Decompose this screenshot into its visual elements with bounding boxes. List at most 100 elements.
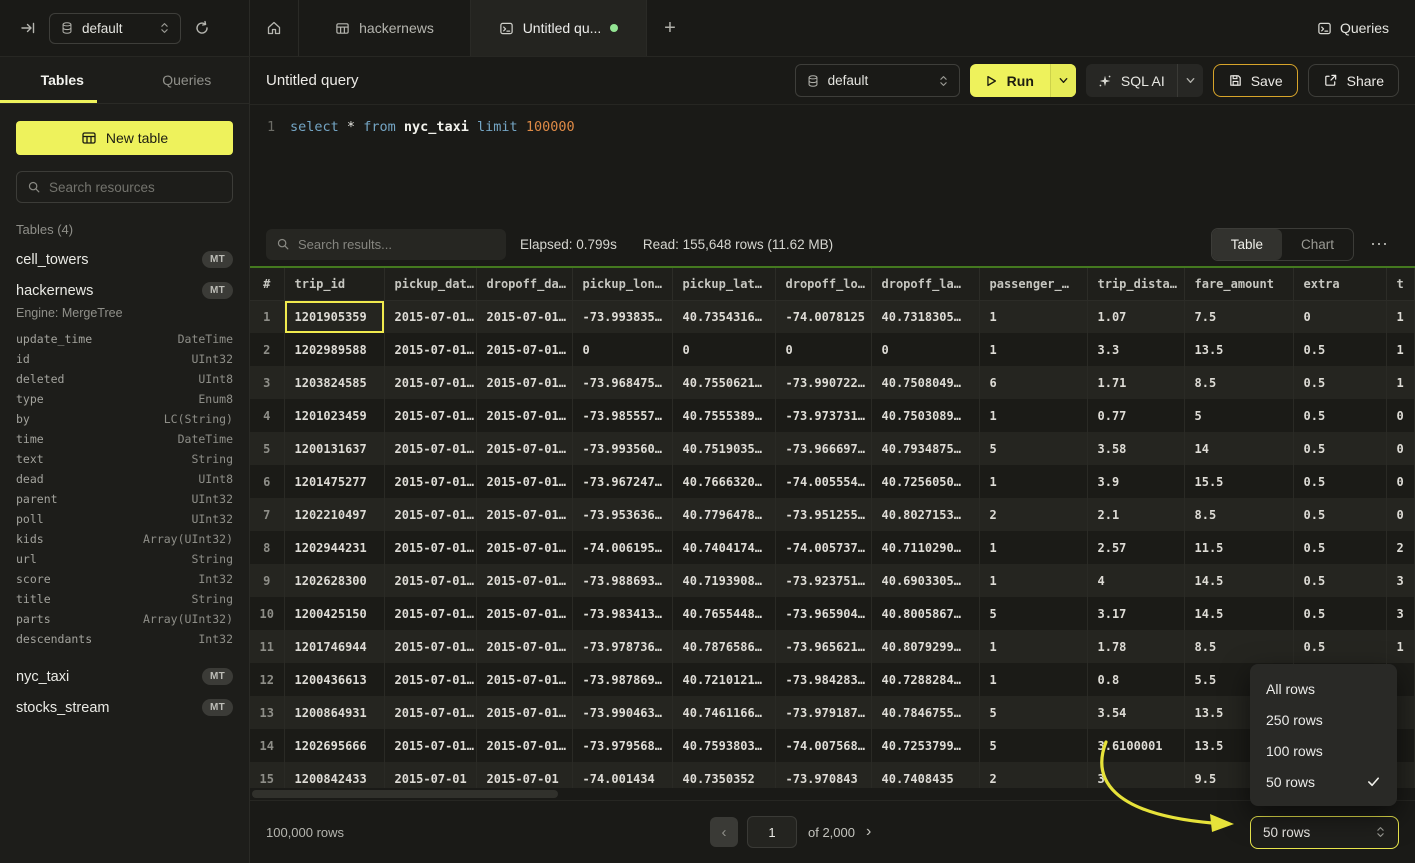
cell[interactable]: 0.5 bbox=[1293, 597, 1386, 630]
cell[interactable]: 40.7550621… bbox=[672, 366, 775, 399]
refresh-icon[interactable] bbox=[190, 16, 214, 40]
cell[interactable]: 3 bbox=[1087, 762, 1184, 788]
cell[interactable]: -74.0078125 bbox=[775, 300, 871, 333]
sidebar-tab-queries[interactable]: Queries bbox=[125, 57, 250, 103]
cell[interactable]: 2015-07-01… bbox=[476, 663, 572, 696]
cell[interactable]: 2015-07-01… bbox=[384, 630, 476, 663]
cell[interactable]: 2015-07-01… bbox=[384, 399, 476, 432]
cell[interactable]: 40.7350352 bbox=[672, 762, 775, 788]
cell[interactable]: 40.7934875… bbox=[871, 432, 979, 465]
horizontal-scrollbar[interactable] bbox=[252, 790, 558, 798]
cell[interactable]: -73.951255… bbox=[775, 498, 871, 531]
database-selector[interactable]: default bbox=[49, 13, 181, 44]
cell[interactable]: 40.8079299… bbox=[871, 630, 979, 663]
cell[interactable]: 2015-07-01… bbox=[476, 333, 572, 366]
cell[interactable]: -73.965904… bbox=[775, 597, 871, 630]
cell[interactable]: 40.7256050… bbox=[871, 465, 979, 498]
cell[interactable]: 2015-07-01 bbox=[384, 762, 476, 788]
cell[interactable]: -74.005554… bbox=[775, 465, 871, 498]
cell[interactable]: 1 bbox=[979, 663, 1087, 696]
cell[interactable]: 1200864931 bbox=[284, 696, 384, 729]
cell[interactable]: 2 bbox=[979, 762, 1087, 788]
cell[interactable]: 1 bbox=[979, 531, 1087, 564]
column-header-dropoff_da[interactable]: dropoff_da… bbox=[476, 268, 572, 300]
cell[interactable]: 0.5 bbox=[1293, 498, 1386, 531]
cell[interactable]: 2 bbox=[979, 498, 1087, 531]
column-header-pickup_lat[interactable]: pickup_lat… bbox=[672, 268, 775, 300]
cell[interactable]: 40.8005867… bbox=[871, 597, 979, 630]
column-header-pickup_dat[interactable]: pickup_dat… bbox=[384, 268, 476, 300]
cell[interactable]: 0 bbox=[572, 333, 672, 366]
cell[interactable]: 1 bbox=[979, 399, 1087, 432]
cell[interactable]: -73.966697… bbox=[775, 432, 871, 465]
row-number[interactable]: 9 bbox=[250, 564, 284, 597]
cell[interactable]: 3.54 bbox=[1087, 696, 1184, 729]
tab-home[interactable] bbox=[250, 0, 299, 56]
cell[interactable]: 40.7318305… bbox=[871, 300, 979, 333]
cell[interactable]: 40.7193908… bbox=[672, 564, 775, 597]
row-number[interactable]: 1 bbox=[250, 300, 284, 333]
cell[interactable]: 5 bbox=[979, 432, 1087, 465]
rows-option-100-rows[interactable]: 100 rows bbox=[1250, 735, 1397, 766]
tab-hackernews[interactable]: hackernews bbox=[299, 0, 471, 56]
cell[interactable]: 1200425150 bbox=[284, 597, 384, 630]
column-header-t[interactable]: t bbox=[1386, 268, 1415, 300]
row-number[interactable]: 14 bbox=[250, 729, 284, 762]
view-tab-table[interactable]: Table bbox=[1212, 229, 1282, 260]
cell[interactable]: 0 bbox=[1386, 432, 1415, 465]
more-options-button[interactable]: ⋯ bbox=[1366, 234, 1393, 255]
cell[interactable]: -74.006195… bbox=[572, 531, 672, 564]
cell[interactable]: 1201905359 bbox=[284, 300, 384, 333]
cell[interactable]: 3 bbox=[1386, 597, 1415, 630]
cell[interactable]: 0.5 bbox=[1293, 564, 1386, 597]
cell[interactable]: 1201475277 bbox=[284, 465, 384, 498]
cell[interactable]: -73.987869… bbox=[572, 663, 672, 696]
cell[interactable]: -73.983413… bbox=[572, 597, 672, 630]
cell[interactable]: 2015-07-01… bbox=[476, 630, 572, 663]
sql-code-line[interactable]: select * from nyc_taxi limit 100000 bbox=[290, 119, 575, 222]
cell[interactable]: 40.8027153… bbox=[871, 498, 979, 531]
cell[interactable]: -73.979568… bbox=[572, 729, 672, 762]
cell[interactable]: -73.993560… bbox=[572, 432, 672, 465]
cell[interactable]: 13.5 bbox=[1184, 333, 1293, 366]
cell[interactable]: 5 bbox=[979, 597, 1087, 630]
cell[interactable]: 3 bbox=[1386, 564, 1415, 597]
cell[interactable]: 0 bbox=[1386, 399, 1415, 432]
row-number[interactable]: 2 bbox=[250, 333, 284, 366]
column-header-pickup_lon[interactable]: pickup_lon… bbox=[572, 268, 672, 300]
cell[interactable]: 40.7508049… bbox=[871, 366, 979, 399]
cell[interactable]: 1200842433 bbox=[284, 762, 384, 788]
cell[interactable]: 1202210497 bbox=[284, 498, 384, 531]
cell[interactable]: 14 bbox=[1184, 432, 1293, 465]
row-number[interactable]: 11 bbox=[250, 630, 284, 663]
cell[interactable]: 1200436613 bbox=[284, 663, 384, 696]
cell[interactable]: 40.7666320… bbox=[672, 465, 775, 498]
cell[interactable]: 8.5 bbox=[1184, 498, 1293, 531]
sql-ai-options-button[interactable] bbox=[1177, 64, 1203, 97]
cell[interactable]: -73.985557… bbox=[572, 399, 672, 432]
cell[interactable]: 1202695666 bbox=[284, 729, 384, 762]
collapse-sidebar-icon[interactable] bbox=[16, 16, 40, 40]
cell[interactable]: 40.7876586… bbox=[672, 630, 775, 663]
row-number[interactable]: 5 bbox=[250, 432, 284, 465]
cell[interactable]: 1201746944 bbox=[284, 630, 384, 663]
cell[interactable]: 40.7408435 bbox=[871, 762, 979, 788]
cell[interactable]: 0 bbox=[1293, 300, 1386, 333]
cell[interactable]: 1203824585 bbox=[284, 366, 384, 399]
cell[interactable]: 40.7796478… bbox=[672, 498, 775, 531]
cell[interactable]: -73.990463… bbox=[572, 696, 672, 729]
cell[interactable]: 40.7519035… bbox=[672, 432, 775, 465]
cell[interactable]: 2015-07-01… bbox=[384, 432, 476, 465]
cell[interactable]: 8.5 bbox=[1184, 366, 1293, 399]
cell[interactable]: 1 bbox=[1386, 630, 1415, 663]
cell[interactable]: 1202989588 bbox=[284, 333, 384, 366]
row-number[interactable]: 15 bbox=[250, 762, 284, 788]
cell[interactable]: 3.6100001 bbox=[1087, 729, 1184, 762]
cell[interactable]: 2015-07-01… bbox=[384, 300, 476, 333]
cell[interactable]: 1 bbox=[979, 630, 1087, 663]
cell[interactable]: 0.5 bbox=[1293, 432, 1386, 465]
column-header-passenger_[interactable]: passenger_… bbox=[979, 268, 1087, 300]
cell[interactable]: -73.993835… bbox=[572, 300, 672, 333]
prev-page-button[interactable]: ‹ bbox=[710, 817, 738, 847]
cell[interactable]: 2015-07-01… bbox=[384, 696, 476, 729]
